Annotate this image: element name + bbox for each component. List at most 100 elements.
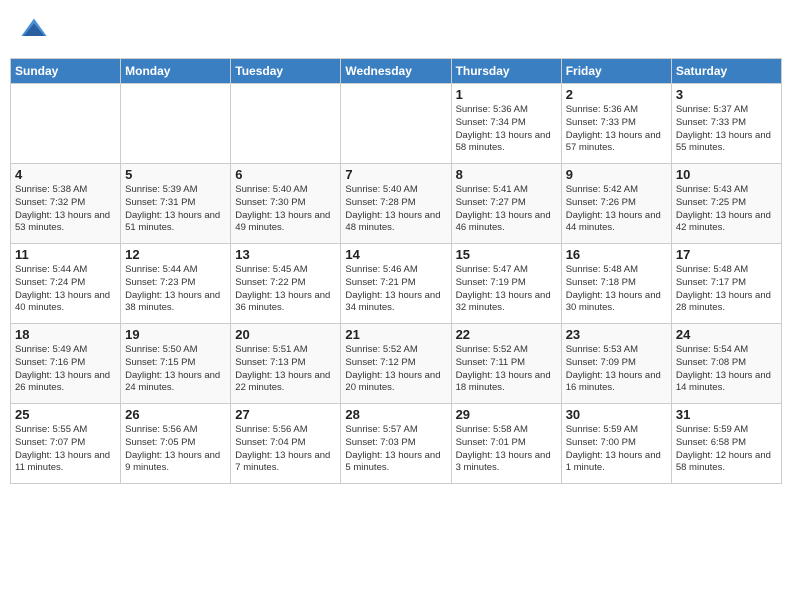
- day-number: 16: [566, 247, 667, 262]
- day-number: 19: [125, 327, 226, 342]
- cell-daylight-info: Sunrise: 5:58 AM Sunset: 7:01 PM Dayligh…: [456, 424, 557, 475]
- day-number: 17: [676, 247, 777, 262]
- cell-daylight-info: Sunrise: 5:45 AM Sunset: 7:22 PM Dayligh…: [235, 264, 336, 315]
- cell-daylight-info: Sunrise: 5:37 AM Sunset: 7:33 PM Dayligh…: [676, 104, 777, 155]
- day-number: 21: [345, 327, 446, 342]
- cell-daylight-info: Sunrise: 5:42 AM Sunset: 7:26 PM Dayligh…: [566, 184, 667, 235]
- day-number: 8: [456, 167, 557, 182]
- calendar-cell: [341, 84, 451, 164]
- day-number: 6: [235, 167, 336, 182]
- cell-daylight-info: Sunrise: 5:51 AM Sunset: 7:13 PM Dayligh…: [235, 344, 336, 395]
- calendar-cell: [11, 84, 121, 164]
- calendar-week-row: 11 Sunrise: 5:44 AM Sunset: 7:24 PM Dayli…: [11, 244, 782, 324]
- day-header-sunday: Sunday: [11, 59, 121, 84]
- cell-daylight-info: Sunrise: 5:55 AM Sunset: 7:07 PM Dayligh…: [15, 424, 116, 475]
- day-header-monday: Monday: [121, 59, 231, 84]
- cell-daylight-info: Sunrise: 5:57 AM Sunset: 7:03 PM Dayligh…: [345, 424, 446, 475]
- day-number: 12: [125, 247, 226, 262]
- calendar-cell: 1 Sunrise: 5:36 AM Sunset: 7:34 PM Daylig…: [451, 84, 561, 164]
- calendar-cell: 25 Sunrise: 5:55 AM Sunset: 7:07 PM Dayli…: [11, 404, 121, 484]
- day-header-thursday: Thursday: [451, 59, 561, 84]
- calendar-cell: 17 Sunrise: 5:48 AM Sunset: 7:17 PM Dayli…: [671, 244, 781, 324]
- cell-daylight-info: Sunrise: 5:56 AM Sunset: 7:05 PM Dayligh…: [125, 424, 226, 475]
- cell-daylight-info: Sunrise: 5:49 AM Sunset: 7:16 PM Dayligh…: [15, 344, 116, 395]
- calendar-cell: 3 Sunrise: 5:37 AM Sunset: 7:33 PM Daylig…: [671, 84, 781, 164]
- day-number: 9: [566, 167, 667, 182]
- calendar-week-row: 18 Sunrise: 5:49 AM Sunset: 7:16 PM Dayli…: [11, 324, 782, 404]
- calendar-cell: 21Sunrise: 5:52 AM Sunset: 7:12 PM Dayli…: [341, 324, 451, 404]
- calendar-cell: 28 Sunrise: 5:57 AM Sunset: 7:03 PM Dayli…: [341, 404, 451, 484]
- day-number: 22: [456, 327, 557, 342]
- calendar-cell: 18 Sunrise: 5:49 AM Sunset: 7:16 PM Dayli…: [11, 324, 121, 404]
- day-number: 1: [456, 87, 557, 102]
- logo-icon: [20, 15, 48, 43]
- calendar-cell: 24 Sunrise: 5:54 AM Sunset: 7:08 PM Dayli…: [671, 324, 781, 404]
- day-number: 2: [566, 87, 667, 102]
- cell-daylight-info: Sunrise: 5:50 AM Sunset: 7:15 PM Dayligh…: [125, 344, 226, 395]
- cell-daylight-info: Sunrise: 5:59 AM Sunset: 6:58 PM Dayligh…: [676, 424, 777, 475]
- cell-daylight-info: Sunrise: 5:54 AM Sunset: 7:08 PM Dayligh…: [676, 344, 777, 395]
- day-number: 27: [235, 407, 336, 422]
- calendar-cell: 31 Sunrise: 5:59 AM Sunset: 6:58 PM Dayli…: [671, 404, 781, 484]
- day-number: 29: [456, 407, 557, 422]
- cell-daylight-info: Sunrise: 5:48 AM Sunset: 7:17 PM Dayligh…: [676, 264, 777, 315]
- calendar-cell: 8 Sunrise: 5:41 AM Sunset: 7:27 PM Daylig…: [451, 164, 561, 244]
- cell-daylight-info: Sunrise: 5:38 AM Sunset: 7:32 PM Dayligh…: [15, 184, 116, 235]
- cell-daylight-info: Sunrise: 5:39 AM Sunset: 7:31 PM Dayligh…: [125, 184, 226, 235]
- logo: [20, 15, 50, 43]
- cell-daylight-info: Sunrise: 5:53 AM Sunset: 7:09 PM Dayligh…: [566, 344, 667, 395]
- calendar-cell: 9 Sunrise: 5:42 AM Sunset: 7:26 PM Daylig…: [561, 164, 671, 244]
- calendar-cell: 12 Sunrise: 5:44 AM Sunset: 7:23 PM Dayli…: [121, 244, 231, 324]
- cell-daylight-info: Sunrise: 5:41 AM Sunset: 7:27 PM Dayligh…: [456, 184, 557, 235]
- cell-daylight-info: Sunrise: 5:40 AM Sunset: 7:30 PM Dayligh…: [235, 184, 336, 235]
- calendar-cell: 16 Sunrise: 5:48 AM Sunset: 7:18 PM Dayli…: [561, 244, 671, 324]
- calendar-cell: 14Sunrise: 5:46 AM Sunset: 7:21 PM Dayli…: [341, 244, 451, 324]
- day-number: 30: [566, 407, 667, 422]
- day-number: 26: [125, 407, 226, 422]
- day-number: 18: [15, 327, 116, 342]
- calendar-cell: [231, 84, 341, 164]
- day-number: 5: [125, 167, 226, 182]
- day-number: 24: [676, 327, 777, 342]
- day-number: 20: [235, 327, 336, 342]
- cell-daylight-info: Sunrise: 5:43 AM Sunset: 7:25 PM Dayligh…: [676, 184, 777, 235]
- day-number: 14: [345, 247, 446, 262]
- day-number: 15: [456, 247, 557, 262]
- calendar-cell: 5 Sunrise: 5:39 AM Sunset: 7:31 PM Daylig…: [121, 164, 231, 244]
- day-number: 31: [676, 407, 777, 422]
- calendar-cell: 6 Sunrise: 5:40 AM Sunset: 7:30 PM Daylig…: [231, 164, 341, 244]
- cell-daylight-info: Sunrise: 5:36 AM Sunset: 7:34 PM Dayligh…: [456, 104, 557, 155]
- day-number: 13: [235, 247, 336, 262]
- calendar-cell: 22 Sunrise: 5:52 AM Sunset: 7:11 PM Dayli…: [451, 324, 561, 404]
- cell-daylight-info: Sunrise: 5:47 AM Sunset: 7:19 PM Dayligh…: [456, 264, 557, 315]
- calendar-cell: 10 Sunrise: 5:43 AM Sunset: 7:25 PM Dayli…: [671, 164, 781, 244]
- calendar-week-row: 1 Sunrise: 5:36 AM Sunset: 7:34 PM Daylig…: [11, 84, 782, 164]
- day-number: 4: [15, 167, 116, 182]
- calendar-cell: 2 Sunrise: 5:36 AM Sunset: 7:33 PM Daylig…: [561, 84, 671, 164]
- cell-daylight-info: Sunrise: 5:44 AM Sunset: 7:24 PM Dayligh…: [15, 264, 116, 315]
- calendar-cell: 23Sunrise: 5:53 AM Sunset: 7:09 PM Dayli…: [561, 324, 671, 404]
- day-number: 11: [15, 247, 116, 262]
- day-header-friday: Friday: [561, 59, 671, 84]
- cell-daylight-info: Sunrise: 5:36 AM Sunset: 7:33 PM Dayligh…: [566, 104, 667, 155]
- day-header-wednesday: Wednesday: [341, 59, 451, 84]
- cell-daylight-info: Sunrise: 5:44 AM Sunset: 7:23 PM Dayligh…: [125, 264, 226, 315]
- calendar-cell: [121, 84, 231, 164]
- calendar-cell: 7 Sunrise: 5:40 AM Sunset: 7:28 PM Daylig…: [341, 164, 451, 244]
- day-number: 3: [676, 87, 777, 102]
- calendar-cell: 15 Sunrise: 5:47 AM Sunset: 7:19 PM Dayli…: [451, 244, 561, 324]
- day-number: 25: [15, 407, 116, 422]
- cell-daylight-info: Sunrise: 5:59 AM Sunset: 7:00 PM Dayligh…: [566, 424, 667, 475]
- day-number: 28: [345, 407, 446, 422]
- cell-daylight-info: Sunrise: 5:40 AM Sunset: 7:28 PM Dayligh…: [345, 184, 446, 235]
- calendar-cell: 26 Sunrise: 5:56 AM Sunset: 7:05 PM Dayli…: [121, 404, 231, 484]
- calendar-header-row: SundayMondayTuesdayWednesdayThursdayFrid…: [11, 59, 782, 84]
- calendar-cell: 19 Sunrise: 5:50 AM Sunset: 7:15 PM Dayli…: [121, 324, 231, 404]
- day-number: 10: [676, 167, 777, 182]
- calendar-cell: 29 Sunrise: 5:58 AM Sunset: 7:01 PM Dayli…: [451, 404, 561, 484]
- cell-daylight-info: Sunrise: 5:48 AM Sunset: 7:18 PM Dayligh…: [566, 264, 667, 315]
- calendar-cell: 27Sunrise: 5:56 AM Sunset: 7:04 PM Dayli…: [231, 404, 341, 484]
- day-number: 7: [345, 167, 446, 182]
- calendar-cell: 30 Sunrise: 5:59 AM Sunset: 7:00 PM Dayli…: [561, 404, 671, 484]
- cell-daylight-info: Sunrise: 5:52 AM Sunset: 7:11 PM Dayligh…: [456, 344, 557, 395]
